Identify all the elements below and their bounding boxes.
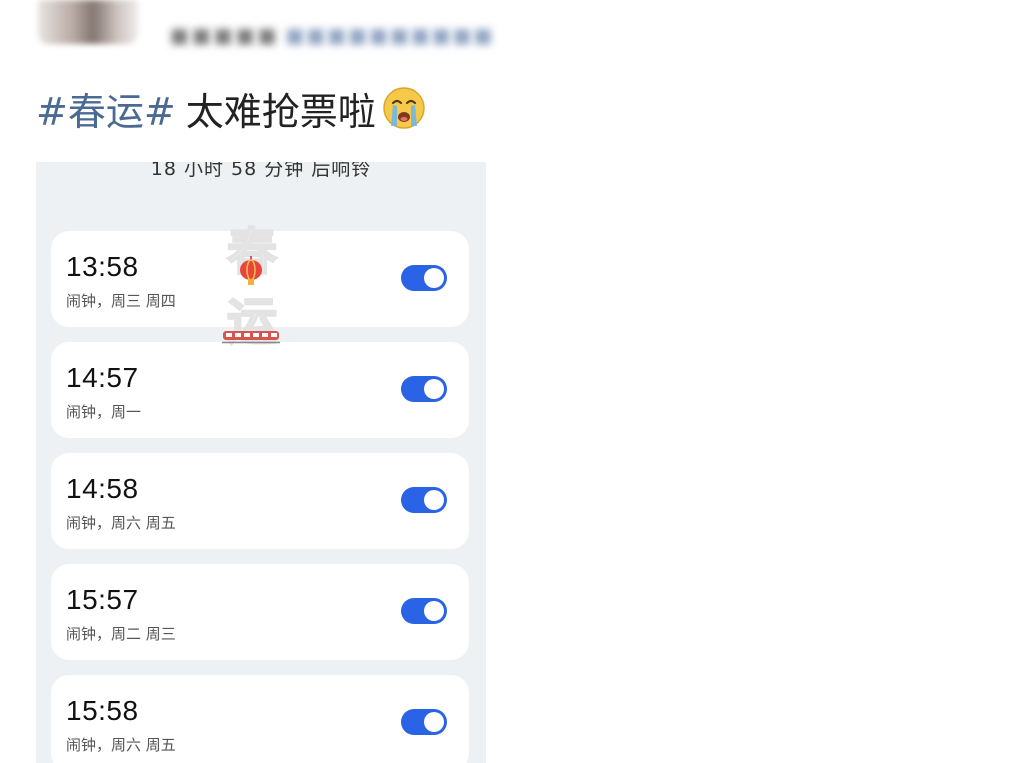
alarm-card[interactable]: 14:58 闹钟，周六 周五 [51,453,469,549]
alarm-screenshot[interactable]: 18 小时 58 分钟 后响铃 13:58 闹钟，周三 周四 14:57 闹钟，… [36,162,486,763]
alarm-toggle[interactable] [401,598,447,624]
alarm-toggle[interactable] [401,487,447,513]
post-meta-blurred: ■■■■■■■■■■ [285,23,495,47]
alarm-label: 闹钟，周六 周五 [66,736,176,754]
alarm-card[interactable]: 15:57 闹钟，周二 周三 [51,564,469,660]
alarm-toggle[interactable] [401,265,447,291]
alarm-countdown: 18 小时 58 分钟 后响铃 [150,162,372,180]
lantern-icon [240,256,262,285]
alarm-card[interactable]: 15:58 闹钟，周六 周五 [51,675,469,763]
hashtag-link[interactable]: #春运# [36,81,176,136]
toggle-knob [424,601,444,621]
toggle-knob [424,268,444,288]
alarm-label: 闹钟，周六 周五 [66,514,176,532]
alarm-time: 15:57 [66,584,139,615]
crying-face-icon [382,87,425,129]
user-meta: ■■■■■ ■■■■■■■■■■ [170,20,494,50]
alarm-time: 14:57 [66,362,139,393]
alarm-time: 13:58 [66,251,139,282]
alarm-label: 闹钟，周二 周三 [66,625,176,643]
train-icon [222,331,280,344]
toggle-knob [424,490,444,510]
toggle-knob [424,712,444,732]
toggle-knob [424,379,444,399]
alarm-toggle[interactable] [401,709,447,735]
alarm-toggle[interactable] [401,376,447,402]
alarm-time: 15:58 [66,695,139,726]
spring-festival-sticker: 春 运 [216,212,286,360]
alarm-label: 闹钟，周一 [66,403,142,421]
alarm-label: 闹钟，周三 周四 [66,292,176,310]
post-text: #春运# 太难抢票啦 [36,84,426,134]
user-avatar[interactable] [38,0,138,44]
alarm-time: 14:58 [66,473,139,504]
post-body: 太难抢票啦 [185,89,376,134]
user-name-blurred[interactable]: ■■■■■ [170,23,279,47]
